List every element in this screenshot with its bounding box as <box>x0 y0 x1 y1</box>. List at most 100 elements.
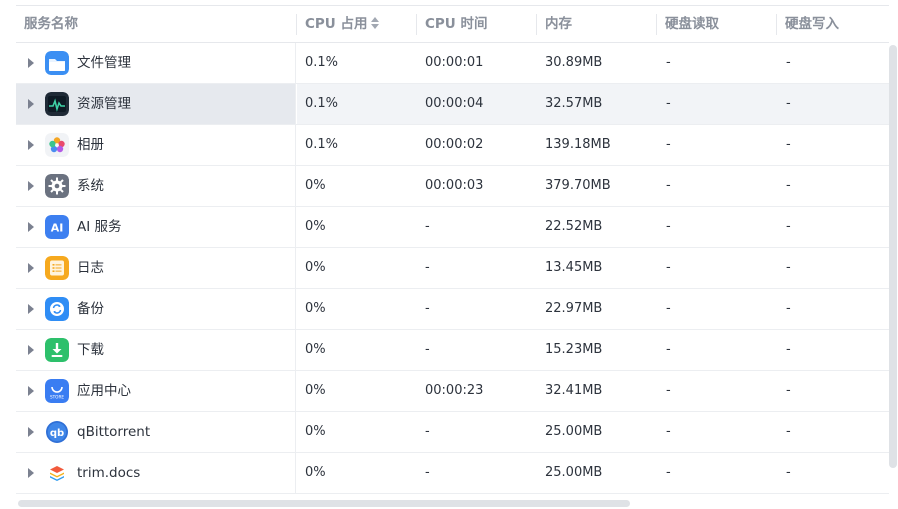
qbittorrent-icon: qb <box>45 420 69 444</box>
disk-write: - <box>786 96 791 111</box>
service-name: 文件管理 <box>77 55 131 71</box>
disk-read: - <box>666 219 671 234</box>
cpu-time: - <box>425 219 430 234</box>
table-row[interactable]: 系统 0% 00:00:03 379.70MB - - <box>16 166 889 207</box>
cpu-usage: 0% <box>305 342 326 357</box>
table-row[interactable]: AI AI 服务 0% - 22.52MB - - <box>16 207 889 248</box>
memory-usage: 30.89MB <box>545 55 603 70</box>
table-row[interactable]: 备份 0% - 22.97MB - - <box>16 289 889 330</box>
table-row[interactable]: 下载 0% - 15.23MB - - <box>16 330 889 371</box>
sort-icon[interactable] <box>371 17 380 29</box>
column-header-cpu-time[interactable]: CPU 时间 <box>417 6 487 43</box>
download-icon <box>45 338 69 362</box>
disk-write: - <box>786 301 791 316</box>
disk-write: - <box>786 383 791 398</box>
cpu-time: 00:00:23 <box>425 383 484 398</box>
service-name: 资源管理 <box>77 96 131 112</box>
service-name: 下载 <box>77 342 104 358</box>
expand-arrow-icon[interactable] <box>28 58 34 68</box>
cpu-usage: 0% <box>305 260 326 275</box>
cpu-time: 00:00:03 <box>425 178 484 193</box>
horizontal-scrollbar[interactable] <box>18 500 630 507</box>
expand-arrow-icon[interactable] <box>28 468 34 478</box>
cpu-usage: 0% <box>305 424 326 439</box>
column-header-disk-write[interactable]: 硬盘写入 <box>777 6 839 43</box>
column-header-cpu[interactable]: CPU 占用 <box>297 6 380 43</box>
process-table: 服务名称 CPU 占用 CPU 时间 内存 硬盘读取 硬盘写入 文件管理 0.1… <box>16 5 889 495</box>
disk-write: - <box>786 178 791 193</box>
memory-usage: 32.57MB <box>545 96 603 111</box>
cpu-usage: 0% <box>305 301 326 316</box>
disk-read: - <box>666 383 671 398</box>
expand-arrow-icon[interactable] <box>28 427 34 437</box>
log-icon <box>45 256 69 280</box>
memory-usage: 25.00MB <box>545 465 603 480</box>
table-row[interactable]: 日志 0% - 13.45MB - - <box>16 248 889 289</box>
disk-read: - <box>666 301 671 316</box>
cpu-time: - <box>425 260 430 275</box>
memory-usage: 379.70MB <box>545 178 611 193</box>
expand-arrow-icon[interactable] <box>28 99 34 109</box>
disk-read: - <box>666 465 671 480</box>
disk-read: - <box>666 178 671 193</box>
trim-docs-icon <box>45 461 69 485</box>
disk-read: - <box>666 260 671 275</box>
table-body: 文件管理 0.1% 00:00:01 30.89MB - - 资源管理 0.1% <box>16 43 889 494</box>
cpu-time: - <box>425 342 430 357</box>
column-header-label: 硬盘写入 <box>785 16 839 32</box>
service-name: 系统 <box>77 178 104 194</box>
expand-arrow-icon[interactable] <box>28 181 34 191</box>
memory-usage: 32.41MB <box>545 383 603 398</box>
cpu-usage: 0.1% <box>305 55 339 70</box>
store-icon-text: STORE <box>50 395 64 400</box>
table-row[interactable]: STORE 应用中心 0% 00:00:23 32.41MB - - <box>16 371 889 412</box>
service-name: qBittorrent <box>77 424 151 440</box>
table-row[interactable]: trim.docs 0% - 25.00MB - - <box>16 453 889 494</box>
ai-service-icon: AI <box>45 215 69 239</box>
column-header-label: CPU 时间 <box>425 16 488 32</box>
app-store-icon: STORE <box>45 379 69 403</box>
disk-read: - <box>666 96 671 111</box>
cpu-usage: 0% <box>305 219 326 234</box>
disk-read: - <box>666 137 671 152</box>
vertical-scrollbar[interactable] <box>889 45 897 468</box>
column-header-memory[interactable]: 内存 <box>537 6 572 43</box>
expand-arrow-icon[interactable] <box>28 345 34 355</box>
cpu-time: - <box>425 465 430 480</box>
cpu-usage: 0.1% <box>305 137 339 152</box>
column-header-service-name[interactable]: 服务名称 <box>16 6 78 43</box>
expand-arrow-icon[interactable] <box>28 222 34 232</box>
expand-arrow-icon[interactable] <box>28 386 34 396</box>
memory-usage: 22.52MB <box>545 219 603 234</box>
disk-write: - <box>786 137 791 152</box>
expand-arrow-icon[interactable] <box>28 140 34 150</box>
column-header-disk-read[interactable]: 硬盘读取 <box>657 6 719 43</box>
disk-read: - <box>666 424 671 439</box>
folder-icon <box>45 51 69 75</box>
disk-write: - <box>786 219 791 234</box>
backup-icon <box>45 297 69 321</box>
cpu-usage: 0% <box>305 465 326 480</box>
cpu-time: 00:00:02 <box>425 137 484 152</box>
memory-usage: 13.45MB <box>545 260 603 275</box>
table-row[interactable]: 资源管理 0.1% 00:00:04 32.57MB - - <box>16 84 889 125</box>
cpu-time: - <box>425 424 430 439</box>
disk-read: - <box>666 55 671 70</box>
photos-icon <box>45 133 69 157</box>
service-name: 备份 <box>77 301 104 317</box>
disk-write: - <box>786 55 791 70</box>
cpu-usage: 0.1% <box>305 96 339 111</box>
expand-arrow-icon[interactable] <box>28 263 34 273</box>
activity-monitor-icon <box>45 92 69 116</box>
table-row[interactable]: 相册 0.1% 00:00:02 139.18MB - - <box>16 125 889 166</box>
memory-usage: 22.97MB <box>545 301 603 316</box>
memory-usage: 25.00MB <box>545 424 603 439</box>
table-row[interactable]: 文件管理 0.1% 00:00:01 30.89MB - - <box>16 43 889 84</box>
table-row[interactable]: qb qBittorrent 0% - 25.00MB - - <box>16 412 889 453</box>
qb-icon-text: qb <box>50 428 64 439</box>
cpu-time: 00:00:04 <box>425 96 484 111</box>
disk-write: - <box>786 424 791 439</box>
expand-arrow-icon[interactable] <box>28 304 34 314</box>
gear-icon <box>45 174 69 198</box>
disk-write: - <box>786 260 791 275</box>
